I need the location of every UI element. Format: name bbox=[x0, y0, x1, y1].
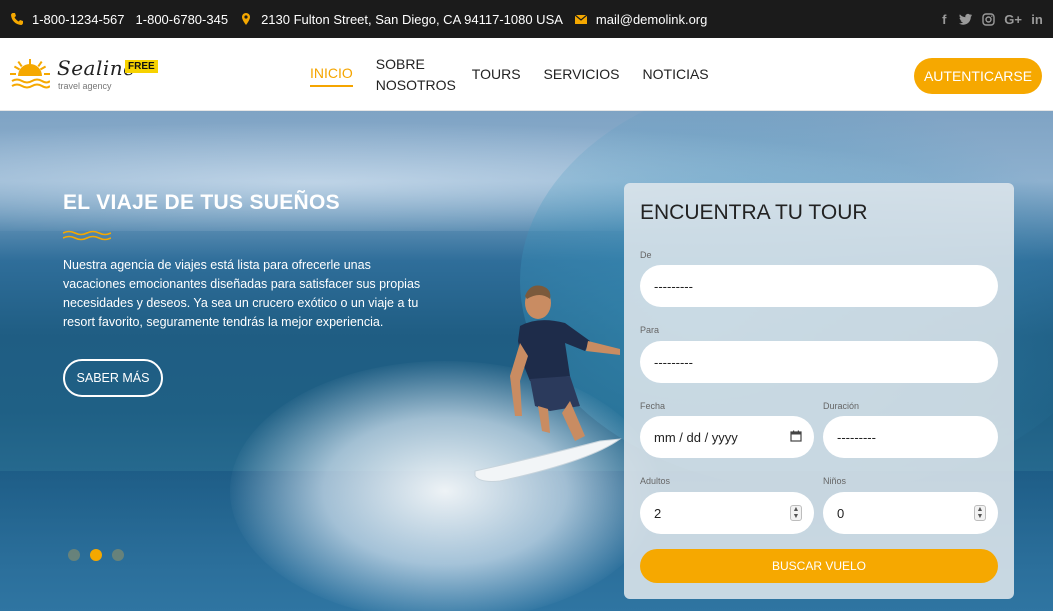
phone-1[interactable]: 1-800-1234-567 bbox=[32, 12, 125, 27]
to-field[interactable]: --------- bbox=[640, 341, 998, 383]
tour-search-form: ENCUENTRA TU TOUR De --------- Para ----… bbox=[624, 183, 1014, 599]
to-label: Para bbox=[640, 325, 660, 335]
main-nav: INICIO SOBRE NOSOTROS TOURS SERVICIOS NO… bbox=[310, 38, 709, 111]
login-button[interactable]: AUTENTICARSE bbox=[914, 58, 1042, 94]
kids-value: 0 bbox=[837, 505, 845, 521]
date-value: mm / dd / yyyy bbox=[654, 429, 738, 445]
hero-title: EL VIAJE DE TUS SUEÑOS bbox=[63, 191, 340, 214]
hero-section: EL VIAJE DE TUS SUEÑOS Nuestra agencia d… bbox=[0, 111, 1053, 611]
brand-tagline: travel agency bbox=[58, 81, 112, 91]
email-link[interactable]: mail@demolink.org bbox=[596, 12, 707, 27]
nav-item-servicios[interactable]: SERVICIOS bbox=[544, 64, 620, 85]
brand-name: Sealine bbox=[57, 56, 136, 80]
slider-dot[interactable] bbox=[112, 549, 124, 561]
contact-info: 1-800-1234-567 1-800-6780-345 2130 Fulto… bbox=[10, 0, 718, 38]
slider-dot[interactable] bbox=[68, 549, 80, 561]
instagram-icon[interactable] bbox=[982, 12, 995, 26]
wave-divider-icon bbox=[63, 230, 111, 241]
slider-dots bbox=[68, 549, 124, 561]
top-info-bar: 1-800-1234-567 1-800-6780-345 2130 Fulto… bbox=[0, 0, 1053, 38]
spinner-arrows-icon[interactable]: ▲ ▼ bbox=[790, 505, 802, 521]
duration-label: Duración bbox=[823, 401, 860, 411]
date-field[interactable]: mm / dd / yyyy bbox=[640, 416, 814, 458]
linkedin-icon[interactable]: in bbox=[1031, 12, 1043, 27]
from-field[interactable]: --------- bbox=[640, 265, 998, 307]
sun-wave-logo-icon bbox=[10, 59, 50, 89]
phone-icon bbox=[10, 12, 24, 26]
google-plus-icon[interactable]: G+ bbox=[1004, 12, 1022, 27]
kids-label: Niños bbox=[823, 476, 847, 486]
date-label: Fecha bbox=[640, 401, 666, 411]
calendar-icon[interactable] bbox=[790, 430, 802, 442]
phone-2[interactable]: 1-800-6780-345 bbox=[136, 12, 229, 27]
duration-field[interactable]: --------- bbox=[823, 416, 998, 458]
from-label: De bbox=[640, 250, 652, 260]
adults-label: Adultos bbox=[640, 476, 671, 486]
address: 2130 Fulton Street, San Diego, CA 94117-… bbox=[261, 11, 563, 27]
nav-item-inicio[interactable]: INICIO bbox=[310, 63, 353, 87]
kids-stepper[interactable]: 0 ▲ ▼ bbox=[823, 492, 998, 534]
facebook-icon[interactable]: f bbox=[938, 12, 950, 27]
free-badge: FREE bbox=[125, 60, 158, 73]
adults-stepper[interactable]: 2 ▲ ▼ bbox=[640, 492, 814, 534]
location-pin-icon bbox=[239, 12, 253, 26]
mail-icon bbox=[574, 12, 588, 26]
twitter-icon[interactable] bbox=[959, 13, 973, 25]
hero-description: Nuestra agencia de viajes está lista par… bbox=[63, 258, 421, 329]
spinner-arrows-icon[interactable]: ▲ ▼ bbox=[974, 505, 986, 521]
slider-dot-active[interactable] bbox=[90, 549, 102, 561]
logo[interactable]: Sealine FREE travel agency bbox=[10, 56, 160, 96]
search-flight-button[interactable]: BUSCAR VUELO bbox=[640, 549, 998, 583]
nav-item-noticias[interactable]: NOTICIAS bbox=[643, 64, 709, 85]
main-header: Sealine FREE travel agency INICIO SOBRE … bbox=[0, 38, 1053, 111]
nav-item-sobre-nosotros[interactable]: SOBRE NOSOTROS bbox=[376, 54, 456, 96]
learn-more-button[interactable]: SABER MÁS bbox=[63, 359, 163, 397]
adults-value: 2 bbox=[654, 505, 662, 521]
form-title: ENCUENTRA TU TOUR bbox=[640, 201, 868, 224]
social-links: f G+ in bbox=[938, 0, 1043, 38]
nav-item-tours[interactable]: TOURS bbox=[472, 64, 521, 85]
